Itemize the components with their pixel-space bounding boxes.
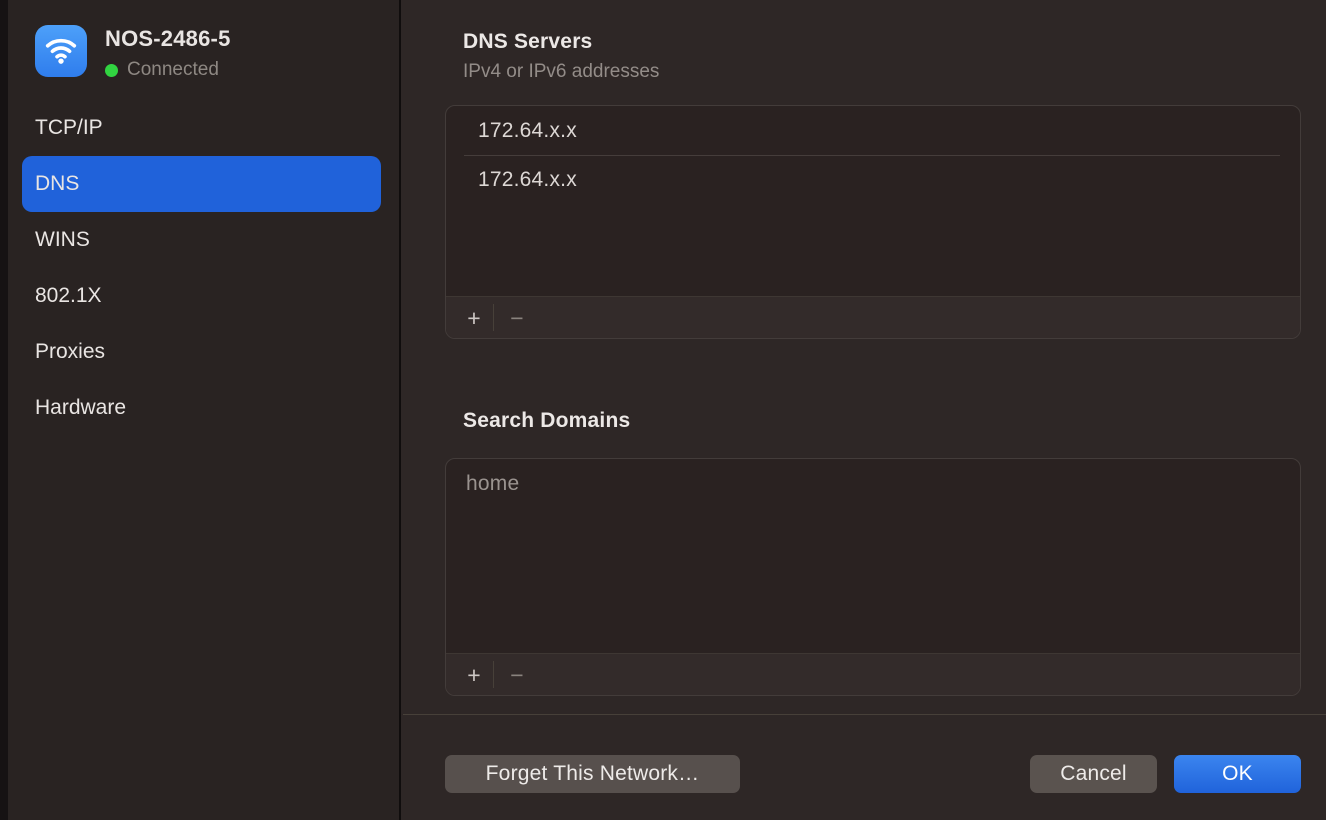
dns-servers-rows: 172.64.x.x 172.64.x.x [446,106,1300,296]
dns-server-entry[interactable]: 172.64.x.x [446,107,1300,155]
add-search-domain-button[interactable]: + [458,659,490,691]
sidebar-item-label: WINS [35,228,90,252]
sidebar-item-8021x[interactable]: 802.1X [22,268,381,324]
network-meta: NOS-2486-5 Connected [105,25,231,81]
sidebar-item-label: 802.1X [35,284,102,308]
dns-pane: DNS Servers IPv4 or IPv6 addresses 172.6… [403,0,1326,820]
underlying-window-edge [0,0,8,820]
wifi-icon [35,25,87,77]
sidebar-item-tcpip[interactable]: TCP/IP [22,100,381,156]
network-details-sidebar: NOS-2486-5 Connected TCP/IP DNS WINS 802… [8,0,401,820]
cancel-button[interactable]: Cancel [1030,755,1157,793]
remove-search-domain-button[interactable]: − [501,659,533,691]
search-domains-title: Search Domains [463,409,630,433]
sidebar-item-dns[interactable]: DNS [22,156,381,212]
dns-servers-list: 172.64.x.x 172.64.x.x + − [445,105,1301,339]
footer-separator [403,714,1326,715]
sidebar-item-label: DNS [35,172,79,196]
sidebar-item-wins[interactable]: WINS [22,212,381,268]
settings-nav: TCP/IP DNS WINS 802.1X Proxies Hardware [22,100,381,436]
dns-servers-subtitle: IPv4 or IPv6 addresses [463,61,659,83]
forget-network-button[interactable]: Forget This Network… [445,755,740,793]
sidebar-item-proxies[interactable]: Proxies [22,324,381,380]
search-domain-entry[interactable]: home [446,460,1300,508]
dns-server-entry[interactable]: 172.64.x.x [446,156,1300,204]
footer-divider [493,661,494,688]
sidebar-item-hardware[interactable]: Hardware [22,380,381,436]
add-dns-server-button[interactable]: + [458,302,490,334]
search-domains-list: home + − [445,458,1301,696]
connected-label: Connected [127,59,219,81]
network-header: NOS-2486-5 Connected [35,25,231,81]
footer-divider [493,304,494,331]
ok-button[interactable]: OK [1174,755,1301,793]
dns-servers-title: DNS Servers [463,30,592,54]
sidebar-item-label: TCP/IP [35,116,103,140]
network-status: Connected [105,59,231,81]
dialog-button-bar: Forget This Network… Cancel OK [445,755,1301,793]
sidebar-item-label: Proxies [35,340,105,364]
dns-servers-list-footer: + − [446,296,1300,338]
network-name: NOS-2486-5 [105,26,231,52]
connected-dot-icon [105,64,118,77]
remove-dns-server-button[interactable]: − [501,302,533,334]
search-domains-list-footer: + − [446,653,1300,695]
sidebar-item-label: Hardware [35,396,126,420]
search-domains-rows: home [446,459,1300,653]
